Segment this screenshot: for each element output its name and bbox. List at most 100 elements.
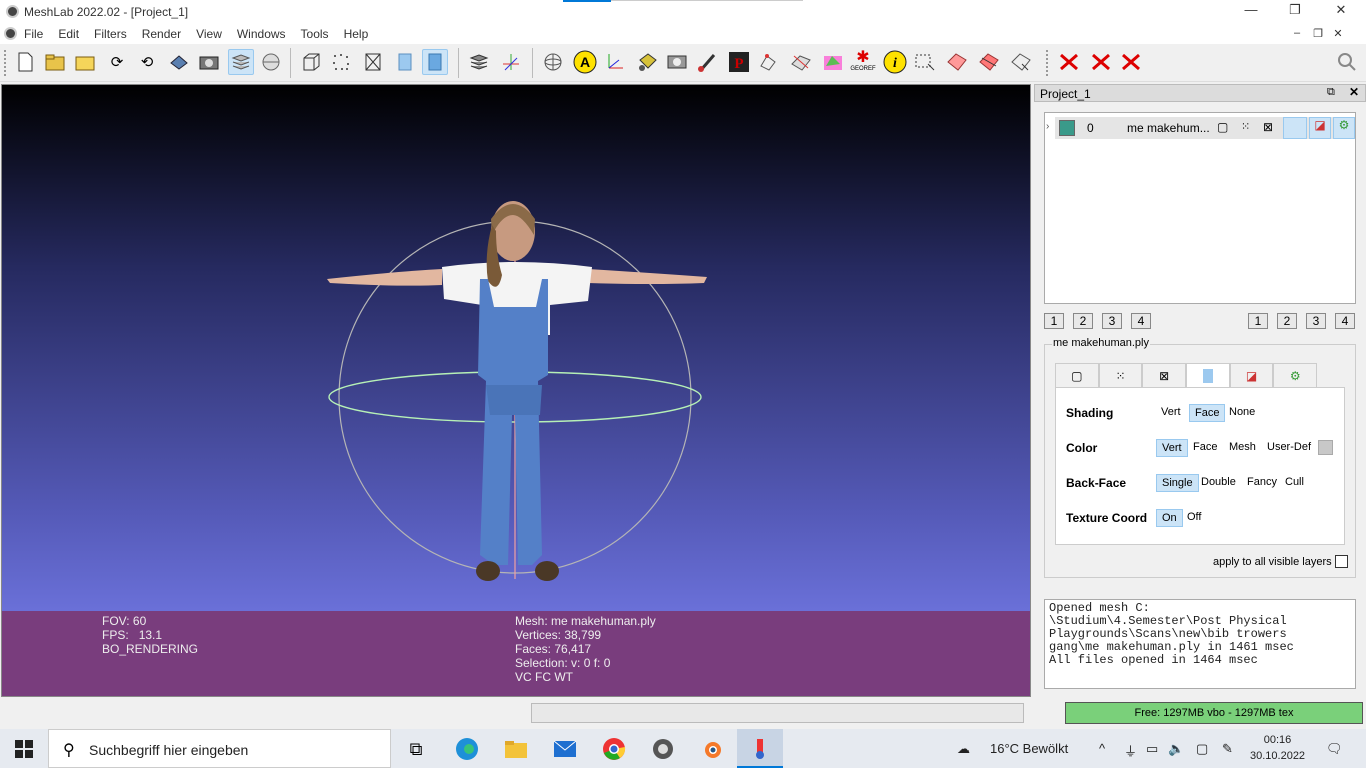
paint-bucket-icon[interactable] xyxy=(634,49,660,75)
select-connected-icon[interactable] xyxy=(944,49,970,75)
weather-text[interactable]: 16°C Bewölkt xyxy=(990,741,1068,756)
color-face-option[interactable]: Face xyxy=(1188,439,1222,457)
menu-windows[interactable]: Windows xyxy=(237,27,286,41)
texcoord-on-option[interactable]: On xyxy=(1156,509,1183,527)
view-preset-right-2[interactable]: 2 xyxy=(1277,313,1297,329)
3d-viewport[interactable]: FOV: 60 FPS: 13.1 BO_RENDERING Mesh: me … xyxy=(1,84,1031,697)
menu-render[interactable]: Render xyxy=(142,27,181,41)
trackball-icon[interactable] xyxy=(540,49,566,75)
flat-icon[interactable] xyxy=(392,49,418,75)
color-vert-option[interactable]: Vert xyxy=(1156,439,1188,457)
close-button[interactable]: ✕ xyxy=(1318,2,1364,22)
paint-icon[interactable] xyxy=(820,49,846,75)
mutual-correspondences-icon[interactable] xyxy=(788,49,814,75)
tab-bbox[interactable]: ▢ xyxy=(1055,363,1099,387)
backface-cull-option[interactable]: Cull xyxy=(1280,474,1309,492)
texcoord-off-option[interactable]: Off xyxy=(1182,509,1206,527)
menu-filters[interactable]: Filters xyxy=(94,27,127,41)
weather-cloud-icon[interactable]: ☁ xyxy=(957,741,970,757)
taskbar-search[interactable]: ⚲ Suchbegriff hier eingeben xyxy=(48,729,391,768)
delete-all-icon[interactable] xyxy=(1118,49,1144,75)
tab-wireframe[interactable]: ⊠ xyxy=(1142,363,1187,387)
bounding-box-icon[interactable] xyxy=(298,49,324,75)
select-region-icon[interactable] xyxy=(976,49,1002,75)
view-preset-right-1[interactable]: 1 xyxy=(1248,313,1268,329)
color-mesh-option[interactable]: Mesh xyxy=(1224,439,1261,457)
mail-icon[interactable] xyxy=(550,734,580,764)
toolbar-grip[interactable] xyxy=(4,50,7,76)
annotation-icon[interactable]: A xyxy=(572,49,598,75)
maximize-button[interactable]: ❐ xyxy=(1272,2,1318,22)
tab-solid[interactable] xyxy=(1186,363,1230,387)
apply-all-checkbox[interactable] xyxy=(1335,555,1348,568)
menu-view[interactable]: View xyxy=(196,27,222,41)
menu-file[interactable]: File xyxy=(24,27,43,41)
select-all-icon[interactable] xyxy=(1008,49,1034,75)
system-clock[interactable]: 00:16 30.10.2022 xyxy=(1250,732,1305,764)
layer-row[interactable]: 0 me makehum... ▢ ⁙ ⊠ ◪ ⚙ xyxy=(1055,117,1355,139)
view-preset-right-3[interactable]: 3 xyxy=(1306,313,1326,329)
new-project-icon[interactable] xyxy=(12,49,38,75)
dock-close-button[interactable]: ✕ xyxy=(1349,85,1359,99)
view-preset-left-3[interactable]: 3 xyxy=(1102,313,1122,329)
eye-visibility-icon[interactable] xyxy=(1059,120,1075,136)
pickpoints-icon[interactable]: P xyxy=(726,49,752,75)
color-userdef-option[interactable]: User-Def xyxy=(1262,439,1316,457)
notification-icon[interactable]: 🗨 xyxy=(1326,741,1343,757)
import-mesh-icon[interactable] xyxy=(72,49,98,75)
battery-icon[interactable]: ▭ xyxy=(1146,741,1158,757)
brush-icon[interactable] xyxy=(694,49,720,75)
info-icon[interactable]: i xyxy=(882,49,908,75)
tab-texture[interactable]: ◪ xyxy=(1229,363,1274,387)
usb-icon[interactable]: ⏚ xyxy=(1124,741,1137,760)
mdi-restore-button[interactable]: ❐ xyxy=(1308,27,1328,40)
task-view-icon[interactable]: ⧉ xyxy=(401,734,431,764)
user-color-swatch[interactable] xyxy=(1318,440,1333,455)
view-preset-left-2[interactable]: 2 xyxy=(1073,313,1093,329)
reload-all-icon[interactable]: ⟲ xyxy=(134,49,160,75)
layer-wire-icon[interactable]: ⊠ xyxy=(1263,120,1273,134)
layers-icon[interactable] xyxy=(228,49,254,75)
mdi-minimize-button[interactable]: – xyxy=(1287,27,1307,39)
show-layers-icon[interactable] xyxy=(466,49,492,75)
mesh-render[interactable] xyxy=(2,85,1031,611)
file-explorer-icon[interactable] xyxy=(501,734,531,764)
view-preset-left-1[interactable]: 1 xyxy=(1044,313,1064,329)
meshlab-active-icon[interactable] xyxy=(745,734,775,764)
menu-edit[interactable]: Edit xyxy=(58,27,79,41)
dock-float-button[interactable]: ⧉ xyxy=(1327,86,1335,99)
axis-icon[interactable] xyxy=(498,49,524,75)
wireframe-icon[interactable] xyxy=(360,49,386,75)
export-mesh-icon[interactable] xyxy=(166,49,192,75)
chevron-right-icon[interactable]: › xyxy=(1046,121,1049,132)
backface-double-option[interactable]: Double xyxy=(1196,474,1241,492)
layer-smooth-icon[interactable] xyxy=(1283,117,1307,139)
layer-overlay-icon[interactable]: ⚙ xyxy=(1333,117,1355,139)
measure-icon[interactable] xyxy=(602,49,628,75)
raster-icon[interactable] xyxy=(258,49,284,75)
search-icon[interactable] xyxy=(1334,49,1360,75)
backface-single-option[interactable]: Single xyxy=(1156,474,1199,492)
tab-overlay[interactable]: ⚙ xyxy=(1273,363,1318,387)
shading-face-option[interactable]: Face xyxy=(1189,404,1226,422)
layer-bbox-icon[interactable]: ▢ xyxy=(1217,120,1228,134)
smooth-icon[interactable] xyxy=(422,49,448,75)
meshlab-taskbar-icon[interactable] xyxy=(648,734,678,764)
pen-icon[interactable]: ✎ xyxy=(1222,741,1233,757)
open-project-icon[interactable] xyxy=(42,49,68,75)
raster-align-icon[interactable] xyxy=(664,49,690,75)
layer-texture-icon[interactable]: ◪ xyxy=(1309,117,1331,139)
menu-tools[interactable]: Tools xyxy=(301,27,329,41)
chevron-up-icon[interactable]: ^ xyxy=(1099,741,1105,756)
select-vertex-icon[interactable] xyxy=(756,49,782,75)
reload-icon[interactable]: ⟳ xyxy=(104,49,130,75)
snapshot-icon[interactable] xyxy=(196,49,222,75)
shading-none-option[interactable]: None xyxy=(1224,404,1260,422)
minimize-button[interactable]: — xyxy=(1228,2,1274,22)
view-preset-right-4[interactable]: 4 xyxy=(1335,313,1355,329)
layer-points-icon[interactable]: ⁙ xyxy=(1241,120,1250,133)
start-button[interactable] xyxy=(0,729,48,768)
mdi-close-button[interactable]: ✕ xyxy=(1328,27,1348,40)
shading-vert-option[interactable]: Vert xyxy=(1156,404,1186,422)
edge-browser-icon[interactable] xyxy=(452,734,482,764)
